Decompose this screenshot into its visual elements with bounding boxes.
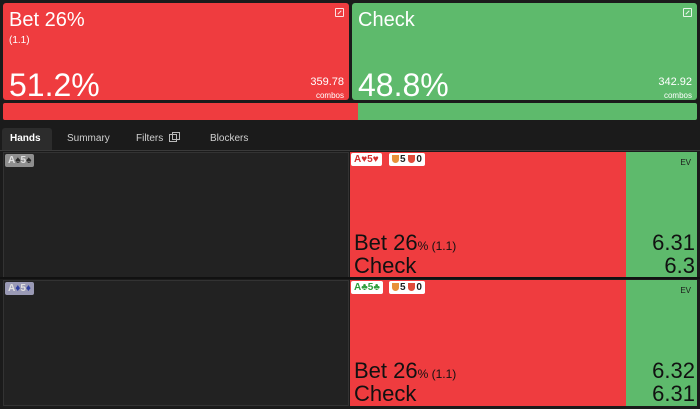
hand-suit: ♠ (26, 155, 32, 166)
hand-tag[interactable]: A♠5♠ (5, 154, 35, 167)
expand-icon[interactable] (335, 8, 344, 17)
tab-summary[interactable]: Summary (67, 128, 110, 150)
bet-combos-label: combos (315, 91, 344, 100)
check-action-frequency: 48.8% (358, 67, 449, 100)
row-check-label: Check (354, 253, 417, 278)
ev-label: EV (680, 158, 691, 167)
check-frequency-segment (358, 103, 697, 120)
hand-row[interactable]: A♠5♠ A♥5♥ 5 0 Bet 26% (1.1) Check EV 6.3… (3, 152, 697, 278)
blocker-count: 0 (416, 154, 422, 165)
expand-icon[interactable] (683, 8, 692, 17)
shield-icon (408, 155, 416, 163)
row-ev-cell: EV 6.32 6.31 (626, 280, 697, 406)
hand-row-left-panel: A♦5♦ (3, 280, 349, 406)
bet-frequency-segment (3, 103, 359, 120)
blocker-badge: 5 0 (389, 281, 425, 294)
bet-action-frequency: 51.2% (9, 67, 100, 100)
bet-action-title: Bet 26% (9, 9, 85, 31)
tab-blockers[interactable]: Blockers (210, 128, 248, 150)
row-ev-cell: EV 6.31 6.3 (626, 152, 697, 278)
shield-icon (408, 283, 416, 291)
tab-hands[interactable]: Hands (2, 128, 52, 150)
check-combos-label: combos (663, 91, 692, 100)
row-bet-cell: A♥5♥ 5 0 Bet 26% (1.1) Check (350, 152, 626, 278)
tab-filters[interactable]: Filters (136, 128, 181, 150)
tab-filters-label: Filters (136, 133, 164, 144)
blocker-count: 0 (416, 282, 422, 293)
blocker-count: 5 (400, 282, 406, 293)
tab-bar: Hands Summary Filters Blockers (0, 128, 700, 150)
bet-action-size: (1.1) (9, 35, 30, 46)
row-bet-suffix: % (1.1) (417, 367, 457, 381)
blocker-count: 5 (400, 154, 406, 165)
bet-combos-value: 359.78 (310, 76, 344, 88)
check-action-card[interactable]: Check 48.8% 342.92 combos (352, 3, 697, 100)
hand-suit: ♦ (25, 283, 32, 294)
tab-divider (0, 150, 700, 151)
row-bet-suffix: % (1.1) (417, 239, 457, 253)
hand-row-left-panel: A♠5♠ (3, 152, 349, 278)
combo-suit: ♣ (373, 282, 380, 293)
hand-row[interactable]: A♦5♦ A♣5♣ 5 0 Bet 26% (1.1) Check EV 6.3… (3, 280, 697, 406)
row-separator (0, 277, 700, 279)
hand-tag[interactable]: A♦5♦ (5, 282, 35, 295)
ev-check-value: 6.3 (664, 253, 695, 278)
combo-badge: A♣5♣ (351, 281, 383, 294)
check-combos-value: 342.92 (658, 76, 692, 88)
copy-icon[interactable] (169, 132, 181, 142)
shield-icon (392, 155, 399, 163)
bet-action-card[interactable]: Bet 26% (1.1) 51.2% 359.78 combos (3, 3, 349, 100)
combo-badge: A♥5♥ (351, 153, 382, 166)
row-check-label: Check (354, 381, 417, 406)
combo-suit: ♥ (372, 154, 379, 165)
ev-check-value: 6.31 (652, 381, 695, 406)
row-bet-cell: A♣5♣ 5 0 Bet 26% (1.1) Check (350, 280, 626, 406)
check-action-title: Check (358, 9, 415, 31)
blocker-badge: 5 0 (389, 153, 425, 166)
action-frequency-bar (3, 103, 697, 120)
ev-label: EV (680, 286, 691, 295)
shield-icon (392, 283, 399, 291)
